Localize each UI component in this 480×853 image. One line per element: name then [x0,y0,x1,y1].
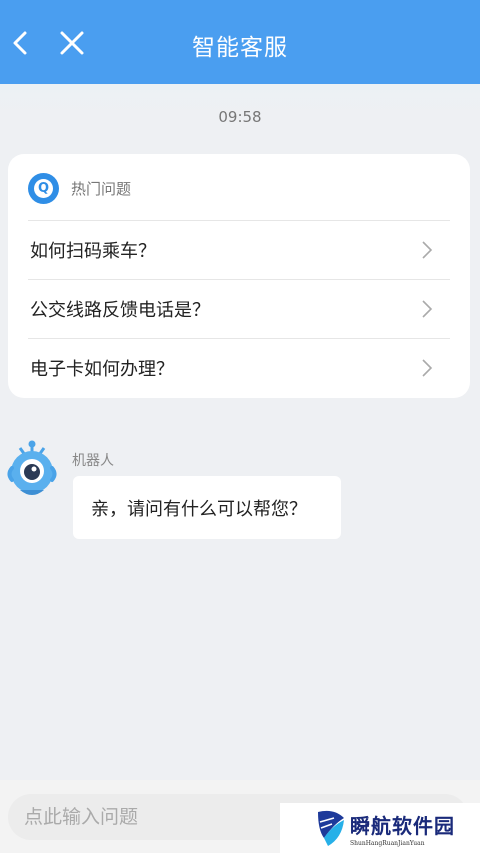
page: 智能客服 09:58 Q 热门问题 如何扫码乘车？ 公交线路反馈电话是？ 电子卡… [0,0,480,853]
robot-avatar-icon [6,440,58,502]
watermark-mark-icon [318,810,344,846]
question-text: 如何扫码乘车？ [30,241,156,262]
page-title: 智能客服 [192,35,288,61]
question-text: 电子卡如何办理？ [30,359,174,380]
watermark-title: 瞬航软件园 [350,813,455,838]
chevron-right-icon [418,239,436,261]
bot-message-text: 亲，请问有什么可以帮您？ [91,498,307,520]
hot-question-item[interactable]: 电子卡如何办理？ [28,338,450,397]
app-header: 智能客服 [0,0,480,84]
message-timestamp: 09:58 [218,108,262,126]
question-text: 公交线路反馈电话是？ [30,300,210,321]
hot-questions-card: Q 热门问题 如何扫码乘车？ 公交线路反馈电话是？ 电子卡如何办理？ [8,154,470,398]
hot-questions-label: 热门问题 [71,179,132,198]
watermark-subtitle: ShunHangRuanJianYuan [350,839,425,847]
hot-question-item[interactable]: 公交线路反馈电话是？ [28,279,450,338]
hot-question-item[interactable]: 如何扫码乘车？ [28,220,450,279]
q-icon: Q [28,172,59,204]
bot-name: 机器人 [72,453,114,469]
hot-questions-list: 如何扫码乘车？ 公交线路反馈电话是？ 电子卡如何办理？ [28,220,450,397]
watermark-logo: 瞬航软件园 ShunHangRuanJianYuan [280,803,480,853]
chevron-right-icon [418,357,436,379]
hot-questions-header: Q 热门问题 [28,172,131,204]
bot-message-bubble: 亲，请问有什么可以帮您？ [73,476,341,539]
chevron-right-icon [418,298,436,320]
